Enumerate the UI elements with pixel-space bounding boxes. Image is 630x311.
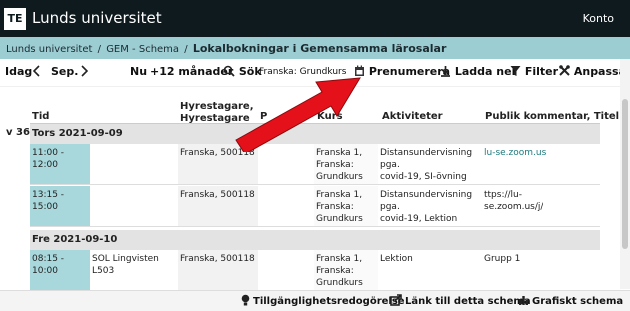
top-bar: TE Lunds universitet Konto: [0, 0, 630, 37]
breadcrumb-separator: /: [97, 44, 101, 55]
course-cell: Franska 1, Franska: Grundkurs: [314, 250, 378, 290]
breadcrumb-item-schedule[interactable]: GEM - Schema: [106, 44, 179, 55]
host-cell: Franska, 500118: [178, 186, 258, 226]
period-label[interactable]: Sep.: [51, 65, 78, 78]
breadcrumb-item-university[interactable]: Lunds universitet: [6, 44, 92, 55]
time-cell: 11:00 - 12:00: [30, 144, 90, 184]
filter-label: Filter: [524, 65, 559, 78]
app-title[interactable]: Lunds universitet: [32, 9, 162, 27]
public-comment-cell: ttps://lu- se.zoom.us/j/: [482, 186, 600, 226]
course-cell: Franska 1, Franska: Grundkurs: [314, 186, 378, 226]
next-period-button[interactable]: [80, 65, 89, 78]
download-icon: [441, 66, 450, 77]
download-label: Ladda ner: [454, 65, 517, 78]
schedule-link-label: Länk till detta schema: [405, 296, 531, 307]
p-cell: [258, 250, 314, 290]
zoom-url-text[interactable]: ttps://lu- se.zoom.us/j/: [484, 190, 543, 212]
breadcrumb: Lunds universitet / GEM - Schema / Lokal…: [6, 42, 446, 55]
table-row[interactable]: 13:15 - 15:00 Franska, 500118 Franska 1,…: [30, 186, 600, 227]
download-button[interactable]: Ladda ner: [440, 65, 517, 78]
time-cell: 13:15 - 15:00: [30, 186, 90, 226]
account-link[interactable]: Konto: [583, 12, 614, 25]
room-cell: SOL Lingvisten L503: [92, 254, 159, 276]
today-button[interactable]: Idag: [5, 65, 32, 78]
vertical-scrollbar[interactable]: [620, 59, 630, 289]
day-header: Fre 2021-09-10: [30, 230, 600, 250]
schedule-link[interactable]: Länk till detta schema: [390, 294, 531, 307]
room-cell: [90, 144, 178, 184]
now-button[interactable]: Nu: [130, 65, 147, 78]
graphic-schedule-link[interactable]: Grafiskt schema: [518, 294, 623, 307]
footer-bar: Tillgänglighetsredogörelse Länk till det…: [0, 290, 630, 311]
table-row[interactable]: 08:15 - 10:00 SOL Lingvisten L503 Fransk…: [30, 250, 600, 290]
bar-chart-icon: [519, 296, 528, 305]
subscribe-label: Prenumerera: [368, 65, 451, 78]
accessibility-link[interactable]: Tillgänglighetsredogörelse: [241, 294, 405, 307]
customize-button[interactable]: Anpassa: [559, 65, 626, 78]
filter-button[interactable]: Filter: [510, 65, 558, 78]
breadcrumb-separator: /: [184, 44, 188, 55]
column-header-time[interactable]: Tid: [32, 111, 49, 123]
redacted-area: [543, 202, 598, 211]
breadcrumb-bar: Lunds universitet / GEM - Schema / Lokal…: [0, 37, 630, 59]
accessibility-label: Tillgänglighetsredogörelse: [253, 296, 405, 307]
external-link-icon: [390, 294, 402, 306]
host-cell: Franska, 500118: [178, 250, 258, 290]
prev-period-button[interactable]: [32, 65, 41, 78]
filter-icon: [510, 66, 521, 76]
customize-label: Anpassa: [573, 65, 627, 78]
zoom-link[interactable]: lu-se.zoom.us: [482, 144, 600, 184]
room-cell: [90, 186, 178, 226]
timeedit-logo[interactable]: TE: [4, 8, 26, 30]
column-header-activities[interactable]: Aktiviteter: [382, 111, 443, 123]
tools-icon: [559, 65, 570, 76]
column-header-public-comment[interactable]: Publik kommentar, Titel: [485, 111, 619, 123]
activity-cell: Distansundervisning pga. covid-19, SI-öv…: [380, 148, 473, 182]
lightbulb-icon: [241, 294, 250, 306]
breadcrumb-current: Lokalbokningar i Gemensamma lärosalar: [192, 42, 447, 55]
scrollbar-thumb[interactable]: [622, 99, 628, 249]
time-cell: 08:15 - 10:00: [30, 250, 90, 290]
p-cell: [258, 186, 314, 226]
week-label: v 36: [6, 127, 30, 138]
chevron-left-icon: [32, 65, 40, 77]
chevron-right-icon: [81, 65, 89, 77]
red-arrow-annotation: [235, 77, 361, 152]
activity-cell: Lektion: [380, 254, 413, 264]
activity-cell: Distansundervisning pga. covid-19, Lekti…: [380, 190, 473, 224]
range-button[interactable]: +12 månader: [150, 65, 233, 78]
graphic-schedule-label: Grafiskt schema: [532, 296, 624, 307]
subscribe-button[interactable]: Prenumerera: [354, 65, 450, 78]
public-comment-cell: Grupp 1: [484, 254, 521, 264]
